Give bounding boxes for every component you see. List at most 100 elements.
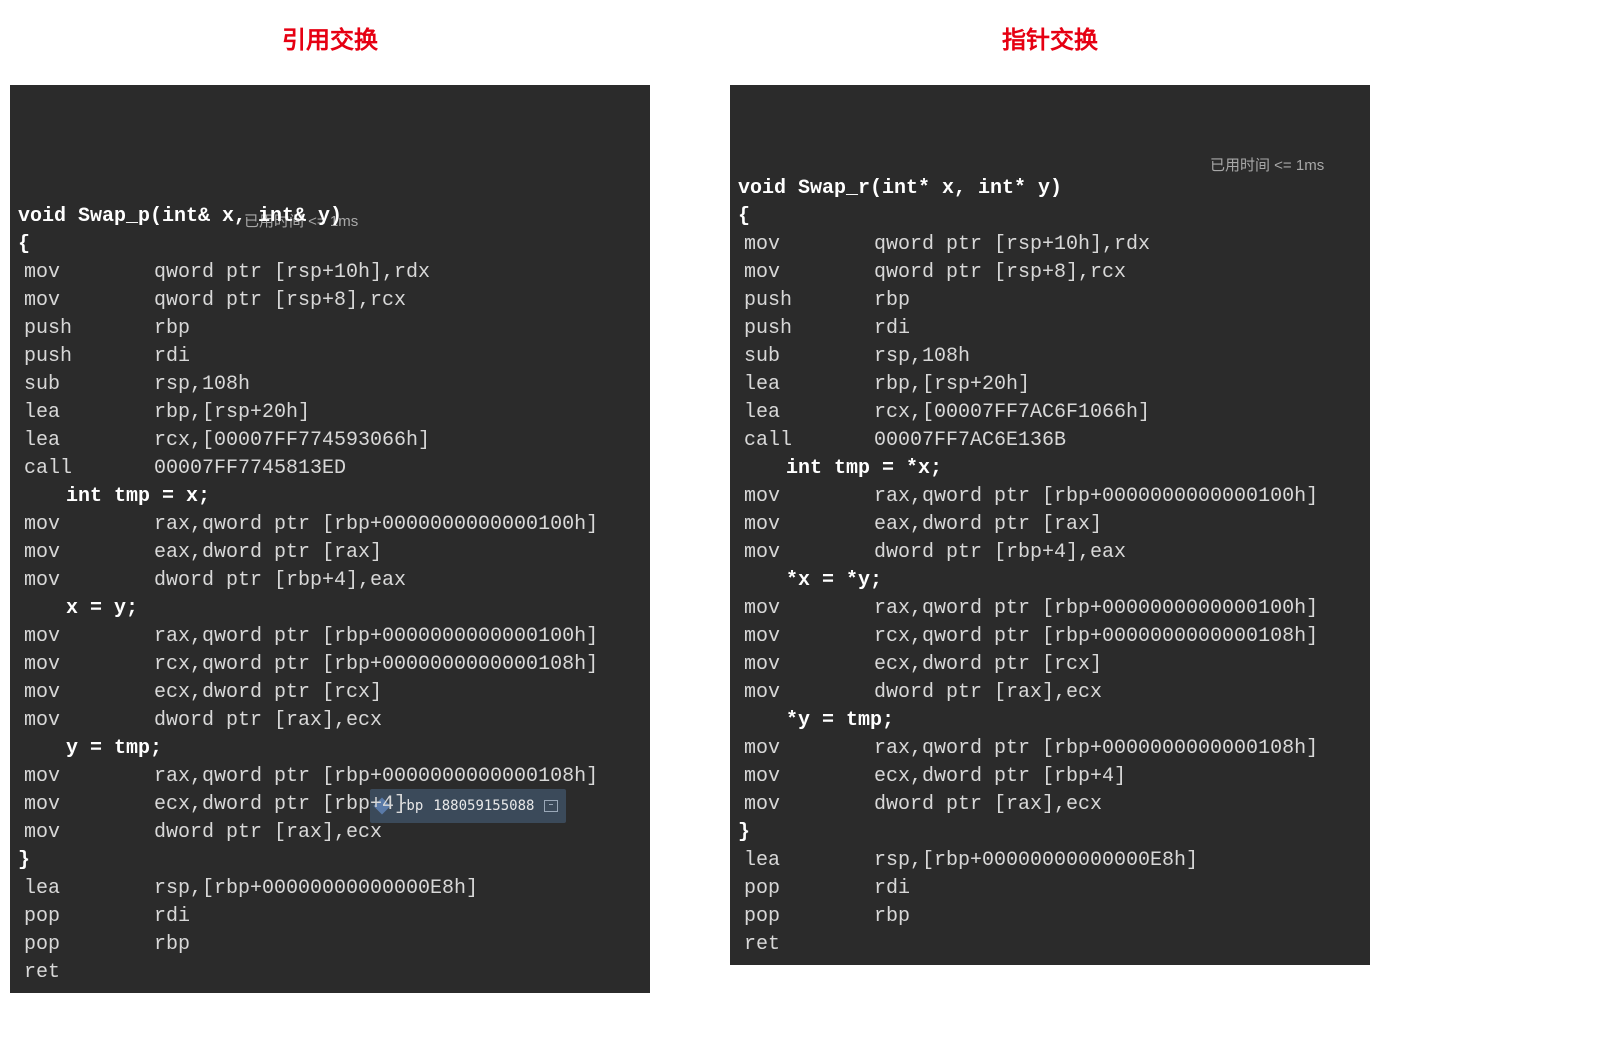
comparison-container: 引用交换 已用时间 <= 1ms rbp 188059155088 void S… [0, 0, 1600, 1003]
code-line: ret [18, 959, 642, 987]
asm-opcode: pop [738, 875, 874, 903]
asm-opcode: mov [18, 679, 154, 707]
asm-opcode: push [18, 343, 154, 371]
asm-operands: 00007FF7745813ED [154, 455, 346, 483]
code-line: movqword ptr [rsp+8],rcx [18, 287, 642, 315]
asm-operands: rax,qword ptr [rbp+0000000000000100h] [154, 511, 598, 539]
asm-operands: rcx,[00007FF774593066h] [154, 427, 430, 455]
asm-operands: rax,qword ptr [rbp+0000000000000108h] [874, 735, 1318, 763]
code-line: poprbp [18, 931, 642, 959]
code-line: subrsp,108h [18, 371, 642, 399]
right-codeblock: 已用时间 <= 1ms void Swap_r(int* x, int* y){… [730, 85, 1370, 965]
asm-opcode: mov [18, 707, 154, 735]
code-line: movqword ptr [rsp+10h],rdx [738, 231, 1362, 259]
asm-opcode: call [18, 455, 154, 483]
code-line: movdword ptr [rbp+4],eax [738, 539, 1362, 567]
asm-operands: dword ptr [rbp+4],eax [154, 567, 406, 595]
code-line: movqword ptr [rsp+8],rcx [738, 259, 1362, 287]
asm-operands: rbp [874, 903, 910, 931]
asm-operands: ecx,dword ptr [rbp+4] [874, 763, 1126, 791]
code-line: moveax,dword ptr [rax] [18, 539, 642, 567]
asm-operands: ecx,dword ptr [rcx] [874, 651, 1102, 679]
asm-operands: rsp,[rbp+00000000000000E8h] [874, 847, 1198, 875]
asm-opcode: lea [18, 427, 154, 455]
code-line: int tmp = *x; [738, 455, 1362, 483]
asm-operands: qword ptr [rsp+10h],rdx [154, 259, 430, 287]
asm-operands: qword ptr [rsp+10h],rdx [874, 231, 1150, 259]
asm-opcode: mov [18, 259, 154, 287]
asm-opcode: lea [738, 399, 874, 427]
asm-operands: rdi [874, 875, 910, 903]
code-line: { [738, 203, 1362, 231]
code-line: learsp,[rbp+00000000000000E8h] [18, 875, 642, 903]
code-line: movqword ptr [rsp+10h],rdx [18, 259, 642, 287]
left-column: 引用交换 已用时间 <= 1ms rbp 188059155088 void S… [10, 10, 650, 993]
asm-opcode: pop [738, 903, 874, 931]
code-line: learcx,[00007FF774593066h] [18, 427, 642, 455]
asm-operands: eax,dword ptr [rax] [154, 539, 382, 567]
asm-opcode: lea [738, 847, 874, 875]
asm-operands: rax,qword ptr [rbp+0000000000000100h] [154, 623, 598, 651]
code-line: learcx,[00007FF7AC6F1066h] [738, 399, 1362, 427]
code-line: void Swap_r(int* x, int* y) [738, 175, 1362, 203]
asm-opcode: mov [18, 567, 154, 595]
asm-opcode: lea [18, 875, 154, 903]
code-line: poprbp [738, 903, 1362, 931]
asm-opcode: mov [738, 679, 874, 707]
asm-opcode: sub [18, 371, 154, 399]
asm-operands: rcx,qword ptr [rbp+0000000000000108h] [154, 651, 598, 679]
asm-opcode: mov [18, 287, 154, 315]
code-line: x = y; [18, 595, 642, 623]
asm-opcode: mov [18, 651, 154, 679]
asm-operands: rax,qword ptr [rbp+0000000000000100h] [874, 595, 1318, 623]
asm-operands: rax,qword ptr [rbp+0000000000000100h] [874, 483, 1318, 511]
code-line: movrax,qword ptr [rbp+0000000000000100h] [18, 623, 642, 651]
asm-operands: rax,qword ptr [rbp+0000000000000108h] [154, 763, 598, 791]
asm-operands: rsp,108h [154, 371, 250, 399]
asm-operands: rbp,[rsp+20h] [154, 399, 310, 427]
code-line: pushrbp [18, 315, 642, 343]
asm-opcode: mov [18, 763, 154, 791]
asm-operands: ecx,dword ptr [rcx] [154, 679, 382, 707]
code-line: call00007FF7AC6E136B [738, 427, 1362, 455]
asm-opcode: lea [738, 371, 874, 399]
asm-opcode: mov [738, 623, 874, 651]
asm-opcode: lea [18, 399, 154, 427]
asm-opcode: call [738, 427, 874, 455]
asm-operands: dword ptr [rbp+4],eax [874, 539, 1126, 567]
right-column: 指针交换 已用时间 <= 1ms void Swap_r(int* x, int… [730, 10, 1370, 965]
code-line: moveax,dword ptr [rax] [738, 511, 1362, 539]
code-line: movrax,qword ptr [rbp+0000000000000100h] [738, 595, 1362, 623]
code-line: movdword ptr [rax],ecx [738, 791, 1362, 819]
code-line: pushrdi [18, 343, 642, 371]
asm-operands: rdi [154, 343, 190, 371]
code-line: pushrbp [738, 287, 1362, 315]
asm-operands: rbp,[rsp+20h] [874, 371, 1030, 399]
code-line: movrax,qword ptr [rbp+0000000000000100h] [738, 483, 1362, 511]
asm-operands: qword ptr [rsp+8],rcx [874, 259, 1126, 287]
code-line: subrsp,108h [738, 343, 1362, 371]
asm-opcode: mov [738, 791, 874, 819]
asm-operands: rsp,108h [874, 343, 970, 371]
code-line: movecx,dword ptr [rcx] [18, 679, 642, 707]
asm-operands: dword ptr [rax],ecx [874, 791, 1102, 819]
asm-operands: rcx,[00007FF7AC6F1066h] [874, 399, 1150, 427]
asm-opcode: mov [18, 511, 154, 539]
asm-opcode: ret [738, 931, 874, 959]
code-line: { [18, 231, 642, 259]
code-line: call00007FF7745813ED [18, 455, 642, 483]
asm-opcode: push [738, 315, 874, 343]
code-line: *x = *y; [738, 567, 1362, 595]
code-line: poprdi [738, 875, 1362, 903]
code-line: movrcx,qword ptr [rbp+0000000000000108h] [18, 651, 642, 679]
asm-opcode: mov [738, 735, 874, 763]
asm-operands: dword ptr [rax],ecx [154, 707, 382, 735]
code-line: movrax,qword ptr [rbp+0000000000000108h] [738, 735, 1362, 763]
asm-opcode: mov [738, 259, 874, 287]
asm-operands: dword ptr [rax],ecx [154, 819, 382, 847]
asm-operands: 00007FF7AC6E136B [874, 427, 1066, 455]
code-line: learbp,[rsp+20h] [738, 371, 1362, 399]
code-line: pushrdi [738, 315, 1362, 343]
code-line: poprdi [18, 903, 642, 931]
asm-opcode: sub [738, 343, 874, 371]
